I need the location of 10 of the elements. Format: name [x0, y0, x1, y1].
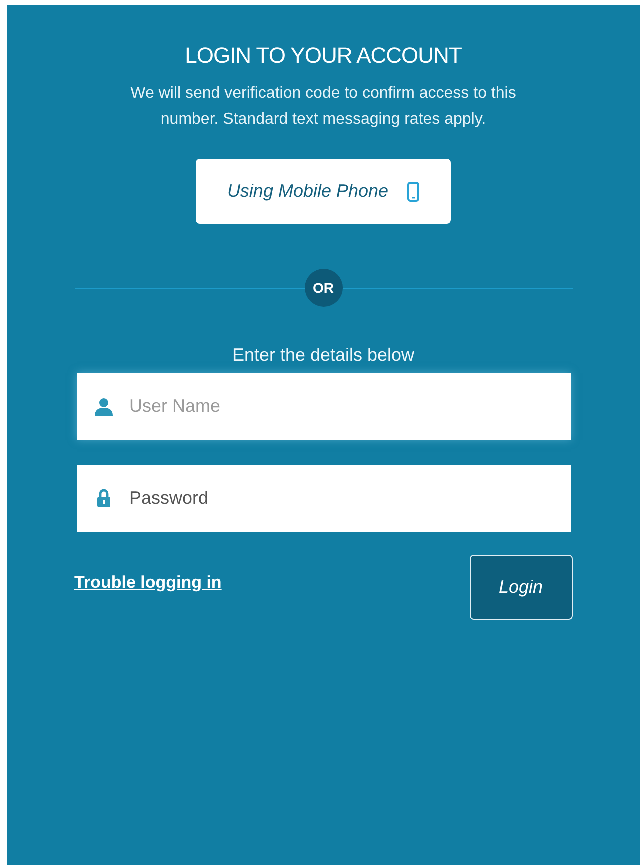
user-icon [94, 396, 114, 416]
mobile-phone-button[interactable]: Using Mobile Phone [196, 159, 451, 224]
lock-icon [96, 489, 110, 508]
page-title: LOGIN TO YOUR ACCOUNT [185, 43, 462, 69]
description-text: We will send verification code to confirm access to this number. Standard text messaging rates apply. [130, 84, 518, 130]
trouble-logging-in-link[interactable]: Trouble logging in [74, 573, 222, 593]
or-badge: OR [304, 269, 342, 307]
phone-icon [406, 182, 420, 202]
form-heading: Enter the details below [232, 345, 415, 366]
login-button[interactable]: Login [470, 555, 572, 620]
